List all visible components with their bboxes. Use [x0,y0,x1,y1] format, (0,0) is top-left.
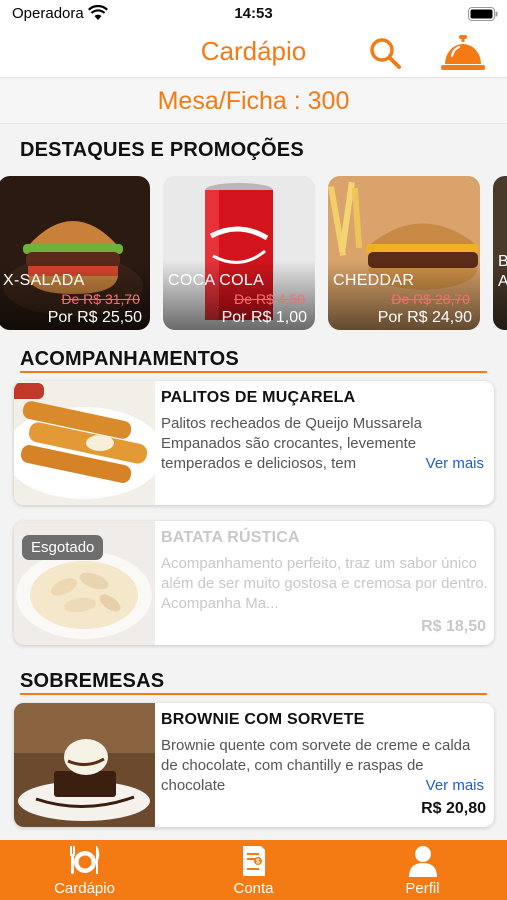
tab-label: Cardápio [54,880,115,897]
promo-card-coca-cola[interactable]: COCA COLA De R$ 4,50 Por R$ 1,00 [163,176,315,330]
sold-out-badge: Esgotado [22,535,104,560]
see-more-link[interactable]: Ver mais [426,455,484,472]
cutlery-plate-icon [70,846,100,874]
table-number-label: Mesa/Ficha : 300 [0,79,507,124]
user-icon [409,846,437,877]
see-more-link[interactable]: Ver mais [426,777,484,794]
promo-card-x-salada[interactable]: X-SALADA De R$ 31,70 Por R$ 25,50 [0,176,150,330]
product-name: PALITOS DE MUÇARELA [161,389,356,406]
tab-perfil[interactable]: Perfil [338,840,507,900]
product-card-palitos[interactable]: PALITOS DE MUÇARELA Palitos recheados de… [14,381,494,505]
tab-bar: Cardápio $ Conta Perfil [0,840,507,900]
svg-text:$: $ [256,859,260,866]
bill-icon: $ [243,846,265,876]
product-card-batata[interactable]: Esgotado BATATA RÚSTICA Acompanhamento p… [14,521,494,645]
promo-card-cheddar[interactable]: CHEDDAR De R$ 28,70 Por R$ 24,90 [328,176,480,330]
promo-card-partial[interactable]: B A [493,176,507,330]
product-name: BROWNIE COM SORVETE [161,711,365,728]
product-description: Acompanhamento perfeito, traz um sabor ú… [161,555,488,612]
service-bell-icon[interactable] [440,34,486,72]
promo-new-price: Por R$ 25,50 [47,309,142,326]
battery-icon [468,7,498,21]
nav-bar: Cardápio [0,28,507,78]
tab-conta[interactable]: $ Conta [169,840,338,900]
brownie-image [14,703,155,827]
mozzarella-sticks-image [14,381,155,505]
promo-name: COCA COLA [168,272,265,289]
page-title: Cardápio [200,36,307,66]
promo-name: B A [498,253,507,290]
promo-name: X-SALADA [3,272,85,289]
tab-label: Conta [233,880,274,897]
section-title-desserts: SOBREMESAS [20,670,165,692]
section-divider [20,693,487,695]
highlights-carousel[interactable]: X-SALADA De R$ 31,70 Por R$ 25,50 COCA C… [0,176,507,330]
search-icon[interactable] [368,36,402,70]
tab-label: Perfil [405,880,440,897]
section-divider [20,371,487,373]
promo-new-price: Por R$ 24,90 [377,309,472,326]
promo-name: CHEDDAR [333,272,415,289]
section-title-sides: ACOMPANHAMENTOS [20,348,239,370]
tab-cardapio[interactable]: Cardápio [0,840,169,900]
clock: 14:53 [234,5,273,22]
promo-new-price: Por R$ 1,00 [221,309,307,326]
status-bar: Operadora 14:53 [0,0,507,28]
product-price: R$ 20,80 [421,800,486,817]
promo-old-price: De R$ 28,70 [391,291,470,307]
product-price: R$ 18,50 [421,618,486,635]
promo-old-price: De R$ 31,70 [61,291,140,307]
product-card-brownie[interactable]: BROWNIE COM SORVETE Brownie quente com s… [14,703,494,827]
app-screen: Operadora 14:53 Cardápio Mesa/Ficha : 30… [0,0,507,900]
product-name: BATATA RÚSTICA [161,529,300,546]
section-title-highlights: DESTAQUES E PROMOÇÕES [20,139,304,161]
promo-old-price: De R$ 4,50 [234,291,305,307]
